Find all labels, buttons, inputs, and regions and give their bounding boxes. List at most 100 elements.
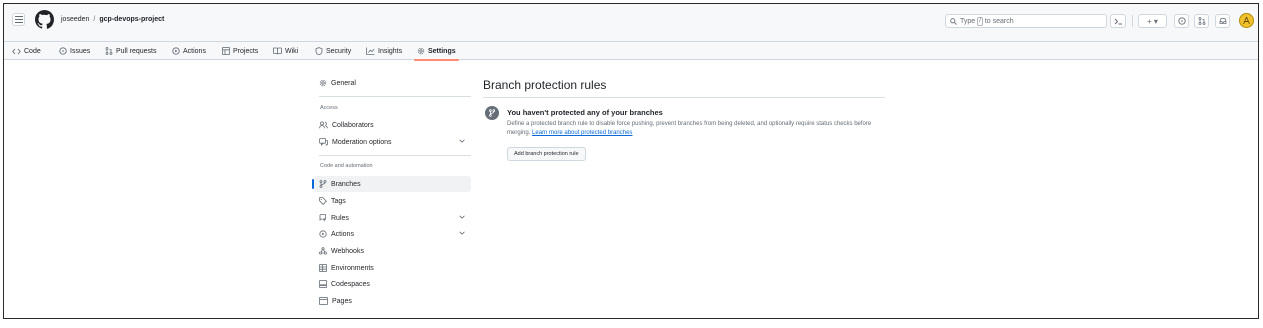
empty-state-description: Define a protected branch rule to disabl… — [507, 120, 887, 138]
tab-issues[interactable]: Issues — [59, 42, 90, 60]
avatar-initial-icon — [1243, 16, 1250, 25]
gear-icon — [319, 79, 327, 87]
tab-label: Insights — [378, 47, 403, 55]
sidebar-heading-code-automation: Code and automation — [320, 163, 373, 169]
tab-wiki[interactable]: Wiki — [273, 42, 298, 60]
gear-icon — [417, 47, 425, 55]
git-branch-icon — [489, 109, 496, 117]
sidebar-item-label: Branches — [331, 180, 361, 188]
sidebar-item-label: General — [331, 79, 356, 87]
tab-code[interactable]: Code — [12, 42, 41, 60]
sidebar-item-label: Moderation options — [332, 138, 392, 146]
learn-more-link[interactable]: Learn more about protected branches — [532, 130, 632, 136]
tab-insights[interactable]: Insights — [366, 42, 402, 60]
tab-security[interactable]: Security — [315, 42, 351, 60]
sidebar-item-pages[interactable]: Pages — [314, 293, 471, 309]
sidebar-item-label: Tags — [331, 197, 346, 205]
sidebar-item-rules[interactable]: Rules — [314, 210, 471, 226]
global-header: joseeden / gcp-devops-project Type / to sear… — [4, 4, 1258, 42]
people-icon — [319, 121, 328, 129]
hamburger-icon — [14, 16, 23, 23]
search-placeholder-start: Type — [960, 17, 976, 25]
tab-label: Code — [24, 47, 41, 55]
avatar[interactable] — [1239, 13, 1254, 28]
tab-label: Security — [326, 47, 352, 55]
repo-push-icon — [319, 214, 326, 222]
git-branch-icon — [319, 180, 327, 188]
search-icon — [950, 17, 957, 25]
menu-button[interactable] — [12, 13, 25, 26]
breadcrumb: joseeden / gcp-devops-project — [61, 16, 164, 23]
codespaces-icon — [319, 280, 327, 288]
sidebar-item-general[interactable]: General — [314, 75, 471, 91]
inbox-icon — [1219, 18, 1226, 24]
tag-icon — [319, 197, 327, 205]
play-icon — [319, 230, 327, 238]
sidebar-item-label: Environments — [331, 264, 374, 272]
tab-projects[interactable]: Projects — [222, 42, 258, 60]
repo-tab-bar: Code Issues Pull requests Actions Projec… — [4, 42, 1258, 61]
sidebar-item-environments[interactable]: Environments — [314, 260, 471, 276]
create-new-button[interactable]: + ▾ — [1138, 14, 1167, 28]
issues-button[interactable] — [1174, 14, 1189, 28]
inbox-button[interactable] — [1215, 14, 1230, 28]
tab-label: Settings — [428, 47, 456, 55]
branch-protection-badge — [485, 106, 499, 120]
table-icon — [222, 47, 230, 55]
divider — [1132, 15, 1133, 27]
pull-request-icon — [1198, 17, 1205, 25]
sidebar-item-tags[interactable]: Tags — [314, 193, 471, 209]
sidebar-item-label: Codespaces — [331, 280, 370, 288]
sidebar-item-label: Rules — [331, 214, 349, 222]
divider — [483, 97, 885, 98]
search-input[interactable]: Type / to search — [945, 14, 1107, 28]
command-palette-button[interactable] — [1110, 14, 1126, 28]
pull-requests-button[interactable] — [1194, 14, 1209, 28]
sidebar-item-codespaces[interactable]: Codespaces — [314, 276, 471, 292]
page-title: Branch protection rules — [483, 78, 607, 92]
breadcrumb-separator: / — [93, 16, 96, 23]
sidebar-item-branches[interactable]: Branches — [312, 176, 471, 192]
chevron-down-icon — [459, 139, 465, 143]
issue-icon — [59, 47, 67, 55]
sidebar-item-label: Actions — [331, 230, 354, 238]
sidebar-item-collaborators[interactable]: Collaborators — [314, 117, 471, 133]
tab-settings[interactable]: Settings — [414, 42, 459, 61]
code-icon — [12, 48, 21, 54]
breadcrumb-owner[interactable]: joseeden — [61, 16, 89, 23]
tab-actions[interactable]: Actions — [172, 42, 206, 60]
server-icon — [319, 264, 327, 272]
webhook-icon — [319, 247, 327, 255]
divider — [319, 155, 471, 156]
browser-icon — [319, 297, 328, 305]
sidebar-item-label: Collaborators — [332, 121, 374, 129]
tab-label: Issues — [70, 47, 91, 55]
create-new-label: + ▾ — [1147, 16, 1158, 26]
search-placeholder-end: to search — [984, 17, 1014, 25]
sidebar-item-label: Webhooks — [331, 247, 364, 255]
graph-icon — [366, 47, 375, 55]
chevron-down-icon — [459, 215, 465, 219]
tab-label: Projects — [233, 47, 259, 55]
play-icon — [172, 47, 180, 55]
divider — [319, 96, 471, 97]
book-icon — [273, 47, 282, 55]
tab-label: Wiki — [285, 47, 299, 55]
sidebar-item-actions[interactable]: Actions — [314, 226, 471, 242]
tab-pull-requests[interactable]: Pull requests — [105, 42, 156, 60]
sidebar-heading-access: Access — [320, 105, 338, 111]
sidebar-item-moderation-options[interactable]: Moderation options — [314, 134, 471, 150]
browser-window: joseeden / gcp-devops-project Type / to sear… — [3, 3, 1259, 319]
comment-discussion-icon — [319, 138, 328, 146]
sidebar-item-webhooks[interactable]: Webhooks — [314, 243, 471, 259]
issue-icon — [1177, 17, 1186, 25]
empty-state-heading: You haven't protected any of your branch… — [507, 108, 663, 117]
add-branch-protection-rule-button[interactable]: Add branch protection rule — [507, 147, 586, 161]
github-logo-icon[interactable] — [35, 10, 54, 29]
pull-request-icon — [105, 47, 113, 55]
search-shortcut-key: / — [977, 16, 983, 26]
terminal-icon — [1114, 18, 1122, 24]
sidebar-item-label: Pages — [332, 297, 352, 305]
breadcrumb-repo[interactable]: gcp-devops-project — [99, 16, 164, 23]
shield-icon — [315, 47, 323, 55]
